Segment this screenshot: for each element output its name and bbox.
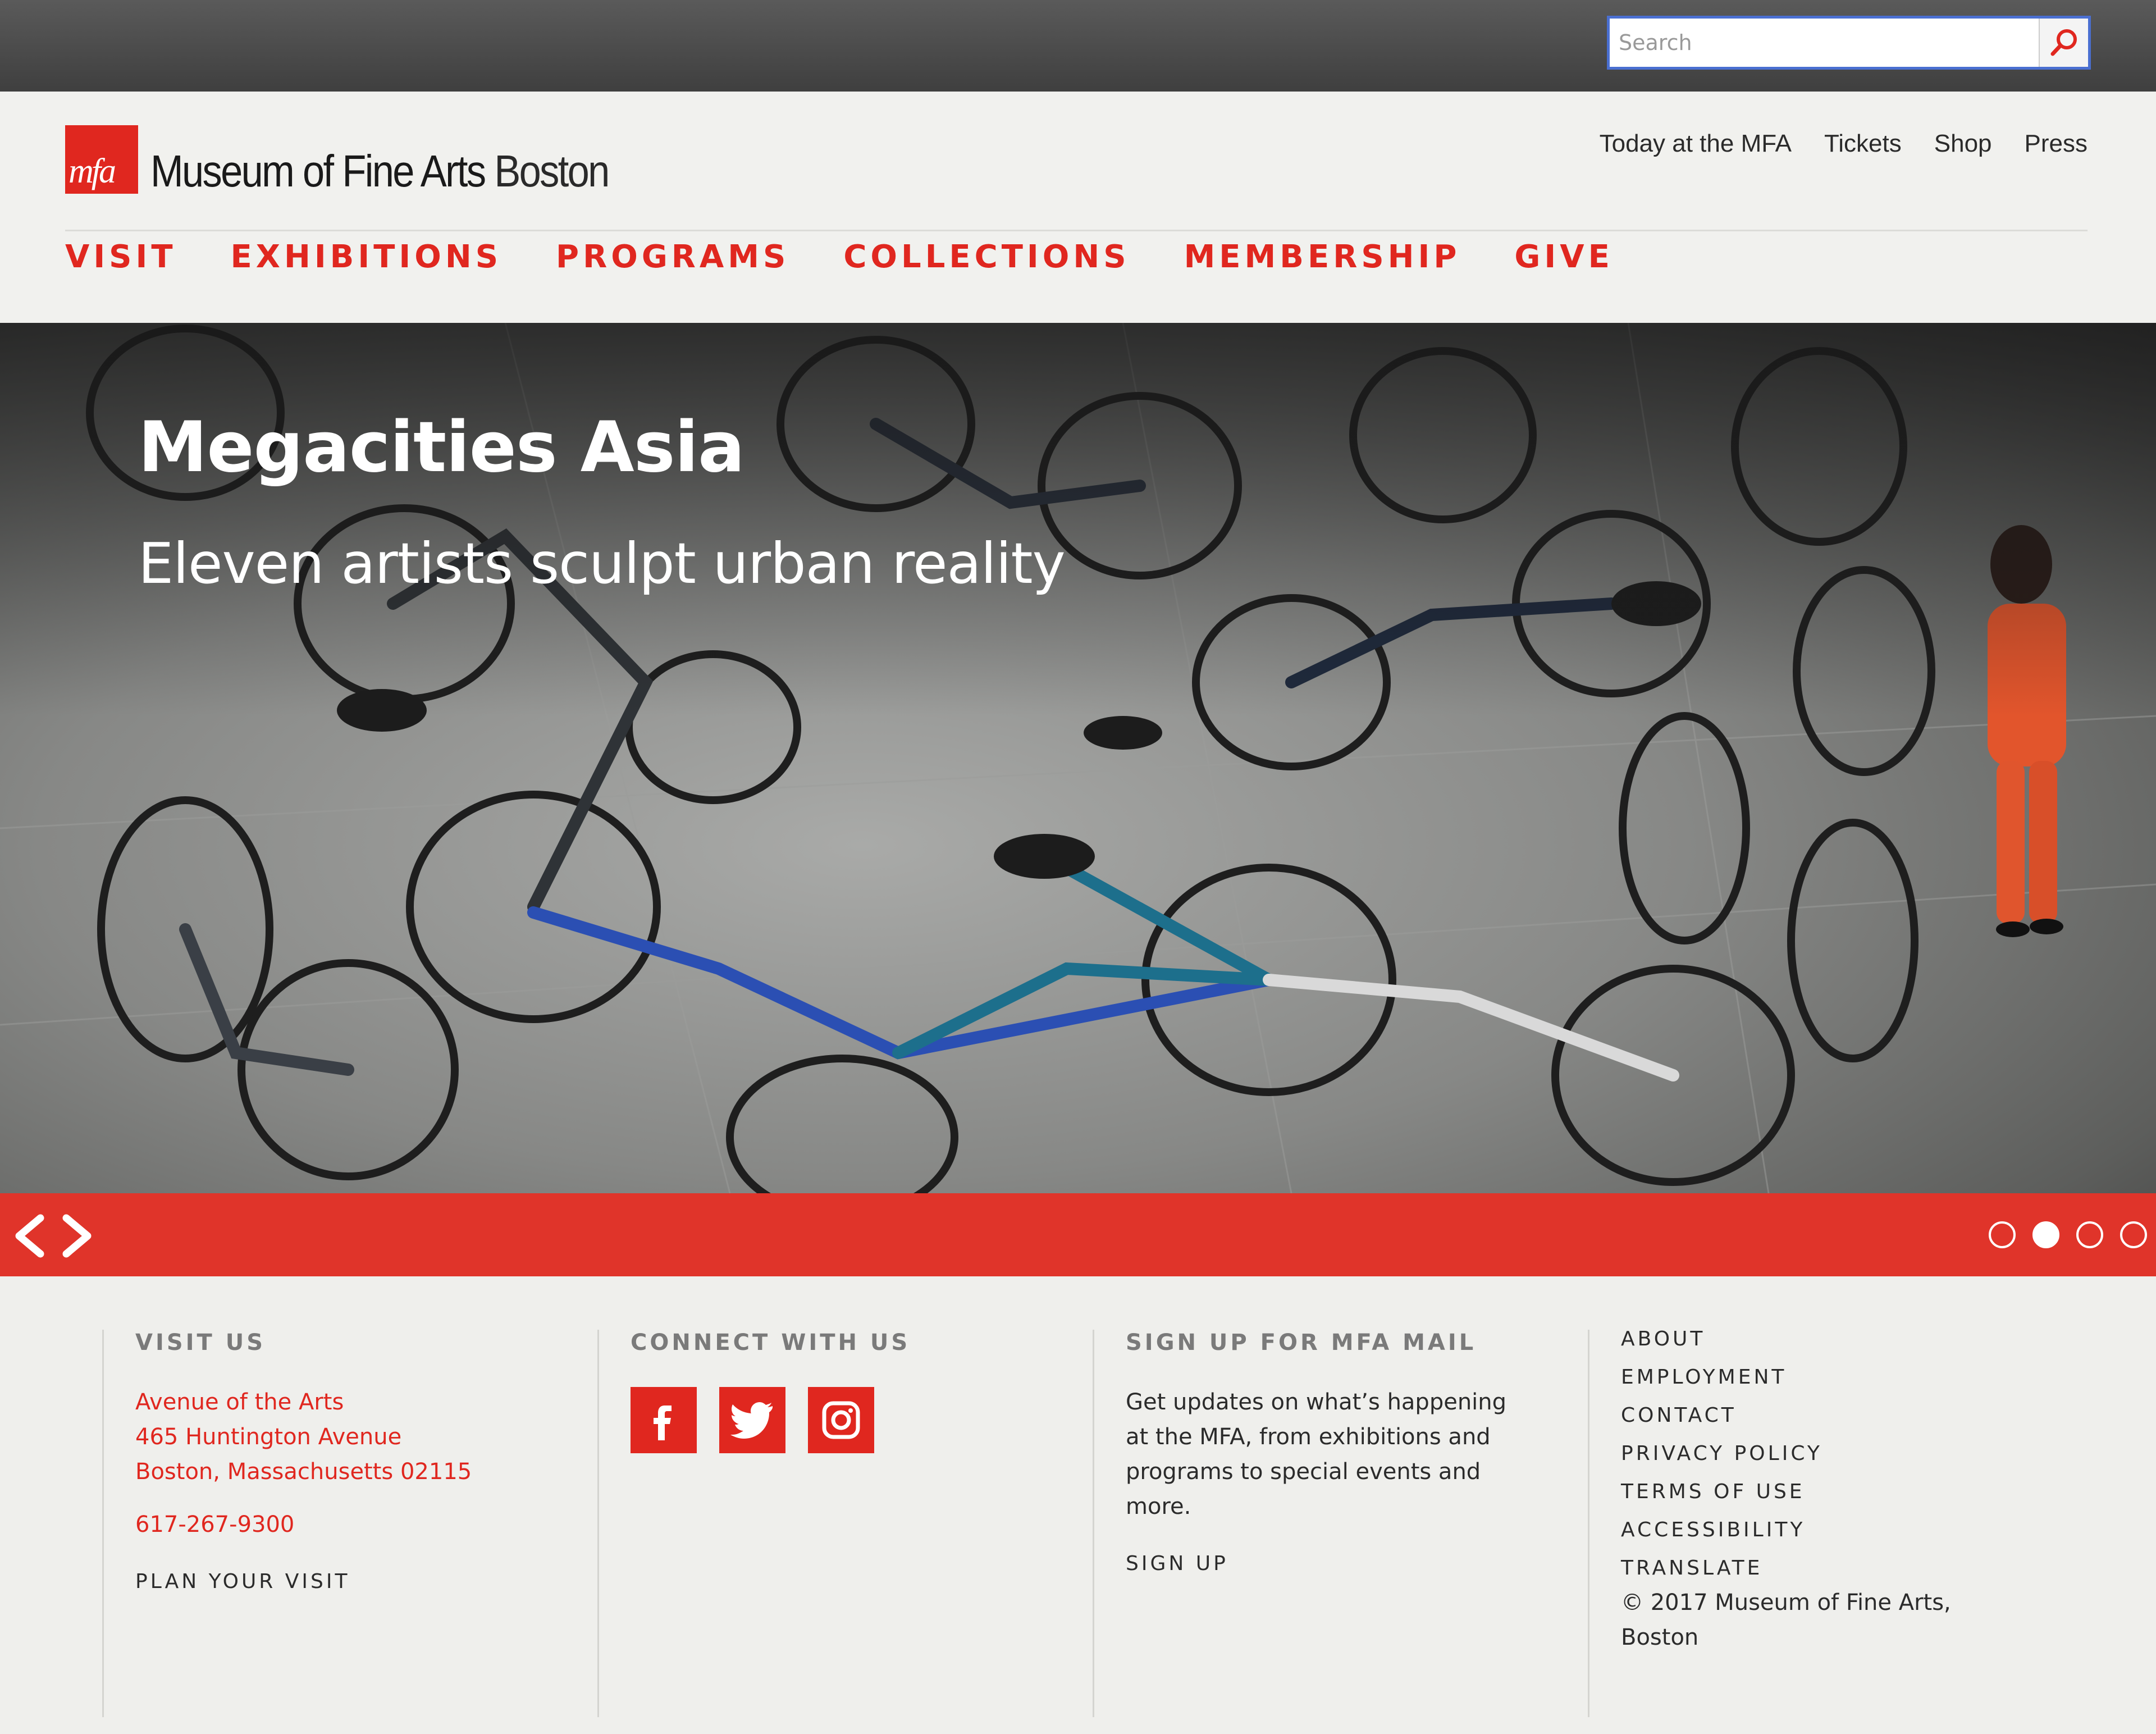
instagram-button[interactable] xyxy=(808,1387,874,1453)
site-header: mfa Museum of Fine Arts Boston Today at … xyxy=(0,92,2156,323)
footer-address[interactable]: Avenue of the Arts 465 Huntington Avenue… xyxy=(135,1385,551,1489)
logo-name: Museum of Fine Arts xyxy=(150,146,486,196)
footer-connect-heading: CONNECT WITH US xyxy=(631,1330,911,1356)
mail-description: Get updates on what’s happening at the M… xyxy=(1126,1389,1507,1519)
footer-mail-heading: SIGN UP FOR MFA MAIL xyxy=(1126,1330,1477,1356)
util-link-shop[interactable]: Shop xyxy=(1934,130,1992,158)
search-button[interactable] xyxy=(2039,19,2088,67)
search-box xyxy=(1607,16,2091,70)
nav-programs[interactable]: PROGRAMS xyxy=(556,239,789,275)
logo-wordmark: Museum of Fine Arts Boston xyxy=(150,146,610,196)
nav-membership[interactable]: MEMBERSHIP xyxy=(1184,239,1461,275)
footer-link-employment[interactable]: EMPLOYMENT xyxy=(1621,1366,2093,1389)
footer-link-translate[interactable]: TRANSLATE xyxy=(1621,1557,2093,1580)
footer-link-terms[interactable]: TERMS OF USE xyxy=(1621,1480,2093,1503)
facebook-icon xyxy=(654,1406,672,1440)
search-input[interactable] xyxy=(1610,19,2039,67)
signup-link[interactable]: SIGN UP xyxy=(1126,1552,1542,1575)
footer-visit-column: VISIT US Avenue of the Arts 465 Huntingt… xyxy=(102,1330,551,1717)
page: mfa Museum of Fine Arts Boston Today at … xyxy=(0,0,2156,1734)
nav-collections[interactable]: COLLECTIONS xyxy=(843,239,1130,275)
footer-link-list: ABOUT EMPLOYMENT CONTACT PRIVACY POLICY … xyxy=(1621,1327,2093,1580)
hero-slide[interactable]: Megacities Asia Eleven artists sculpt ur… xyxy=(0,323,2156,1193)
footer-mail-column: SIGN UP FOR MFA MAIL Get updates on what… xyxy=(1093,1330,1542,1717)
carousel-controls xyxy=(0,1193,2156,1276)
carousel-dot[interactable] xyxy=(2076,1221,2103,1248)
address-line: 465 Huntington Avenue xyxy=(135,1424,402,1450)
site-footer: VISIT US Avenue of the Arts 465 Huntingt… xyxy=(0,1276,2156,1734)
twitter-button[interactable] xyxy=(719,1387,785,1453)
prev-arrow-icon[interactable] xyxy=(12,1213,47,1258)
address-line: Avenue of the Arts xyxy=(135,1389,344,1415)
twitter-icon xyxy=(730,1402,773,1439)
logo-city: Boston xyxy=(494,146,610,196)
hero-shade xyxy=(0,323,2156,716)
footer-link-accessibility[interactable]: ACCESSIBILITY xyxy=(1621,1518,2093,1541)
social-links xyxy=(631,1387,1047,1453)
hero-title[interactable]: Megacities Asia xyxy=(138,407,745,488)
carousel-dots xyxy=(1989,1221,2147,1248)
header-divider xyxy=(65,230,2088,231)
hero-subtitle: Eleven artists sculpt urban reality xyxy=(138,531,1066,596)
footer-link-privacy[interactable]: PRIVACY POLICY xyxy=(1621,1442,2093,1465)
util-link-press[interactable]: Press xyxy=(2025,130,2088,158)
carousel-dot-active[interactable] xyxy=(2032,1221,2059,1248)
address-line: Boston, Massachusetts 02115 xyxy=(135,1459,472,1485)
mfa-logo[interactable]: mfa Museum of Fine Arts Boston xyxy=(65,125,671,194)
top-bar xyxy=(0,0,2156,92)
nav-visit[interactable]: VISIT xyxy=(65,239,177,275)
utility-nav: Today at the MFA Tickets Shop Press xyxy=(1600,130,2088,158)
nav-give[interactable]: GIVE xyxy=(1514,239,1613,275)
carousel-arrows xyxy=(12,1213,94,1258)
util-link-tickets[interactable]: Tickets xyxy=(1824,130,1902,158)
util-link-today[interactable]: Today at the MFA xyxy=(1600,130,1792,158)
footer-link-about[interactable]: ABOUT xyxy=(1621,1327,2093,1350)
footer-visit-heading: VISIT US xyxy=(135,1330,266,1356)
plan-visit-link[interactable]: PLAN YOUR VISIT xyxy=(135,1570,551,1593)
footer-phone[interactable]: 617-267-9300 xyxy=(135,1512,551,1537)
footer-connect-column: CONNECT WITH US xyxy=(597,1330,1047,1717)
next-arrow-icon[interactable] xyxy=(60,1213,94,1258)
footer-link-contact[interactable]: CONTACT xyxy=(1621,1404,2093,1427)
nav-exhibitions[interactable]: EXHIBITIONS xyxy=(231,239,503,275)
main-nav: VISIT EXHIBITIONS PROGRAMS COLLECTIONS M… xyxy=(65,239,1614,275)
instagram-icon xyxy=(822,1401,860,1439)
facebook-button[interactable] xyxy=(631,1387,697,1453)
carousel-dot[interactable] xyxy=(2120,1221,2147,1248)
logo-mark: mfa xyxy=(65,125,138,194)
footer-links-column: ABOUT EMPLOYMENT CONTACT PRIVACY POLICY … xyxy=(1588,1327,2093,1717)
search-icon xyxy=(2050,29,2077,56)
copyright-text: © 2017 Museum of Fine Arts, Boston xyxy=(1621,1590,1951,1650)
carousel-dot[interactable] xyxy=(1989,1221,2016,1248)
